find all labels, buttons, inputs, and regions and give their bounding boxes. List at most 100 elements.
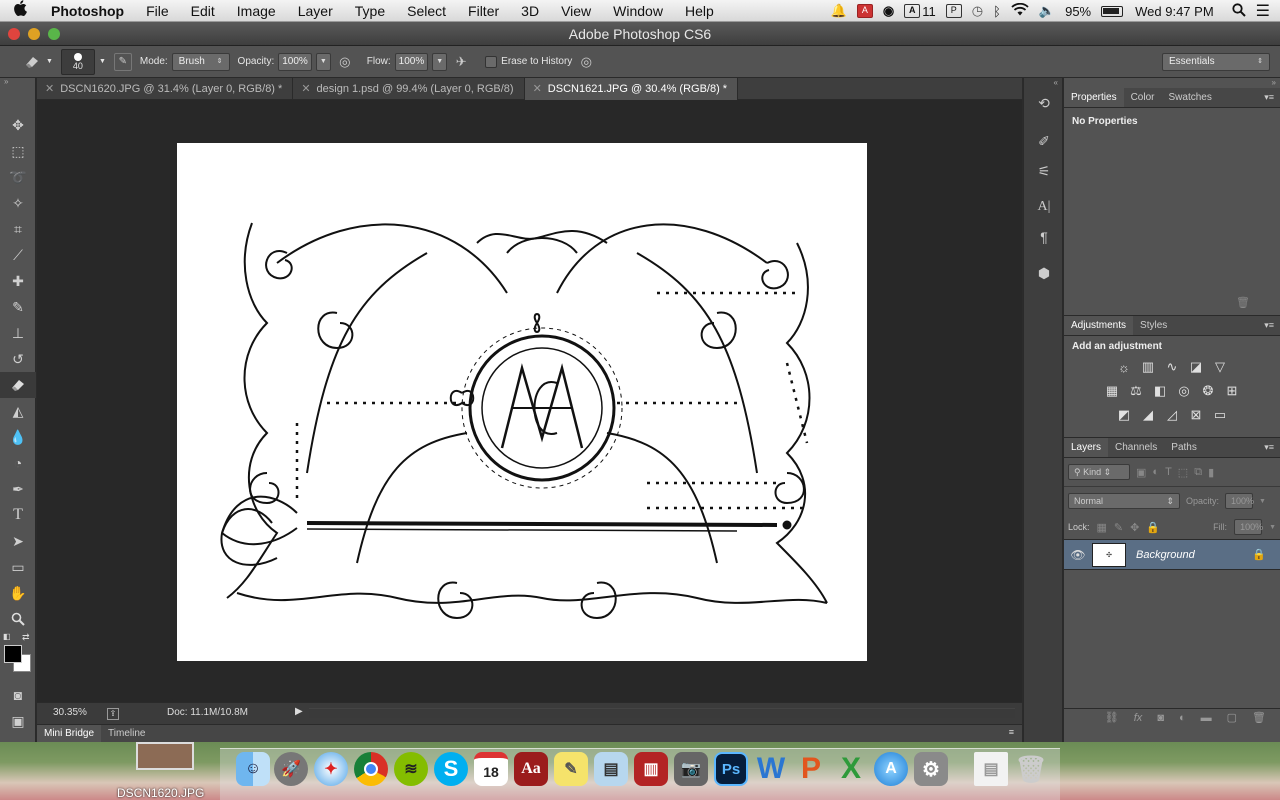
lock-position-icon[interactable]: ✥: [1130, 521, 1139, 534]
system-preferences-icon[interactable]: ⚙: [914, 752, 948, 786]
preview-icon[interactable]: ▤: [594, 752, 628, 786]
chevron-down-icon[interactable]: ▼: [1269, 524, 1276, 531]
link-layers-icon[interactable]: ⛓: [1105, 711, 1119, 724]
zoom-window-button[interactable]: [48, 28, 60, 40]
delete-layer-icon[interactable]: 🗑: [1252, 711, 1266, 724]
3d-panel-icon[interactable]: ⬢: [1024, 258, 1064, 288]
collapse-arrows-icon[interactable]: «: [1024, 78, 1062, 88]
new-group-icon[interactable]: ▬: [1201, 712, 1212, 724]
horizontal-scrollbar[interactable]: [309, 708, 1015, 718]
skype-icon[interactable]: S: [434, 752, 468, 786]
opacity-field[interactable]: 100%: [278, 52, 312, 71]
lock-transparent-icon[interactable]: ▦: [1097, 521, 1107, 534]
layer-fill-field[interactable]: 100%: [1234, 519, 1263, 535]
swap-colors-icon[interactable]: ⇄: [22, 632, 30, 643]
tab-dscn1621[interactable]: ✕ DSCN1621.JPG @ 30.4% (RGB/8) *: [524, 78, 739, 100]
new-adjustment-layer-icon[interactable]: ◐: [1179, 712, 1186, 724]
menu-view[interactable]: View: [550, 0, 602, 22]
close-window-button[interactable]: [8, 28, 20, 40]
tab-timeline[interactable]: Timeline: [101, 725, 152, 742]
time-machine-icon[interactable]: ◷: [972, 3, 983, 19]
document-canvas[interactable]: [177, 143, 867, 661]
notification-center-icon[interactable]: ☰: [1256, 1, 1270, 21]
photo-filter-icon[interactable]: ◎: [1175, 382, 1193, 400]
menu-select[interactable]: Select: [396, 0, 457, 22]
layer-filter-kind-select[interactable]: ⚲ Kind ⇕: [1068, 464, 1130, 480]
desktop-file-label[interactable]: DSCN1620.JPG: [117, 786, 204, 800]
layer-opacity-field[interactable]: 100%: [1225, 493, 1254, 509]
menu-image[interactable]: Image: [226, 0, 287, 22]
menu-filter[interactable]: Filter: [457, 0, 510, 22]
brush-picker-dropdown-icon[interactable]: ▼: [99, 58, 106, 65]
gradient-map-icon[interactable]: ▭: [1211, 406, 1229, 424]
menu-3d[interactable]: 3D: [510, 0, 550, 22]
menu-layer[interactable]: Layer: [287, 0, 344, 22]
flow-dropdown-button[interactable]: ▼: [432, 52, 448, 71]
tab-paths[interactable]: Paths: [1164, 438, 1204, 457]
brush-preset-picker[interactable]: 40: [60, 48, 95, 75]
apple-menu-icon[interactable]: [0, 0, 40, 21]
trash-icon[interactable]: 🗑: [1236, 296, 1250, 309]
layer-row[interactable]: 👁 ✣ Background 🔒: [1064, 540, 1280, 570]
layer-name[interactable]: Background: [1136, 549, 1252, 561]
calendar-icon[interactable]: 18: [474, 752, 508, 786]
foreground-color-swatch[interactable]: [4, 645, 22, 663]
menu-type[interactable]: Type: [344, 0, 396, 22]
channel-mixer-icon[interactable]: ❂: [1199, 382, 1217, 400]
adobe-updates-icon[interactable]: A 11: [904, 4, 936, 19]
threshold-icon[interactable]: ◿: [1163, 406, 1181, 424]
brush-settings-panel-icon[interactable]: ⚟: [1024, 156, 1064, 186]
stickies-icon[interactable]: ✎: [554, 752, 588, 786]
collapse-arrows-icon[interactable]: »: [0, 78, 35, 86]
character-panel-icon[interactable]: A|: [1024, 192, 1064, 222]
status-menu-arrow-icon[interactable]: ▶: [295, 706, 303, 717]
close-tab-icon[interactable]: ✕: [301, 83, 310, 95]
tab-properties[interactable]: Properties: [1064, 88, 1124, 107]
paint-bucket-tool-icon[interactable]: ◭: [0, 398, 36, 424]
panel-menu-icon[interactable]: ▾≡: [1264, 442, 1274, 453]
minimize-window-button[interactable]: [28, 28, 40, 40]
battery-icon[interactable]: [1101, 5, 1124, 17]
app-store-icon[interactable]: A: [874, 752, 908, 786]
chevron-down-icon[interactable]: ▼: [1259, 498, 1266, 505]
quick-selection-tool-icon[interactable]: ✧: [0, 190, 36, 216]
wifi-icon[interactable]: [1011, 2, 1029, 19]
tab-layers[interactable]: Layers: [1064, 438, 1109, 457]
clock[interactable]: Wed 9:47 PM: [1135, 4, 1214, 19]
filter-adjustment-icon[interactable]: ◐: [1152, 466, 1159, 478]
safari-icon[interactable]: ✦: [314, 752, 348, 786]
tab-adjustments[interactable]: Adjustments: [1064, 316, 1134, 335]
mode-select[interactable]: Brush ⇕: [171, 52, 230, 71]
menu-window[interactable]: Window: [602, 0, 674, 22]
black-white-icon[interactable]: ◧: [1151, 382, 1169, 400]
bluetooth-icon[interactable]: ᛒ: [993, 4, 1001, 19]
rectangular-marquee-tool-icon[interactable]: ⬚: [0, 138, 36, 164]
panel-menu-icon[interactable]: ≡: [1009, 727, 1014, 737]
hue-saturation-icon[interactable]: ▦: [1103, 382, 1121, 400]
tab-styles[interactable]: Styles: [1133, 316, 1174, 335]
menu-file[interactable]: File: [135, 0, 180, 22]
brush-tool-icon[interactable]: ✎: [0, 294, 36, 320]
hand-tool-icon[interactable]: ✋: [0, 580, 36, 606]
filter-smart-object-icon[interactable]: ⧉: [1194, 466, 1202, 479]
eraser-tool-preset-icon[interactable]: [22, 52, 42, 72]
rectangle-tool-icon[interactable]: ▭: [0, 554, 36, 580]
dictionary-icon[interactable]: Aa: [514, 752, 548, 786]
brightness-contrast-icon[interactable]: ☼: [1115, 358, 1133, 376]
healing-brush-tool-icon[interactable]: ✚: [0, 268, 36, 294]
excel-icon[interactable]: X: [834, 752, 868, 786]
volume-icon[interactable]: 🔈: [1039, 3, 1055, 19]
screen-mode-icon[interactable]: ▣: [0, 708, 36, 734]
eraser-tool-icon[interactable]: [0, 372, 36, 398]
filter-toggle-icon[interactable]: ▮: [1208, 466, 1214, 479]
history-panel-icon[interactable]: ⟲: [1024, 88, 1064, 118]
collapse-arrows-icon[interactable]: »: [1064, 78, 1280, 88]
image-capture-icon[interactable]: 📷: [674, 752, 708, 786]
zoom-level[interactable]: 30.35%: [53, 707, 87, 718]
status-export-icon[interactable]: ⇪: [107, 708, 119, 720]
posterize-icon[interactable]: ◢: [1139, 406, 1157, 424]
type-tool-icon[interactable]: T: [0, 502, 36, 528]
crop-tool-icon[interactable]: ⌗: [0, 216, 36, 242]
close-tab-icon[interactable]: ✕: [533, 83, 542, 95]
tab-mini-bridge[interactable]: Mini Bridge: [37, 725, 102, 742]
